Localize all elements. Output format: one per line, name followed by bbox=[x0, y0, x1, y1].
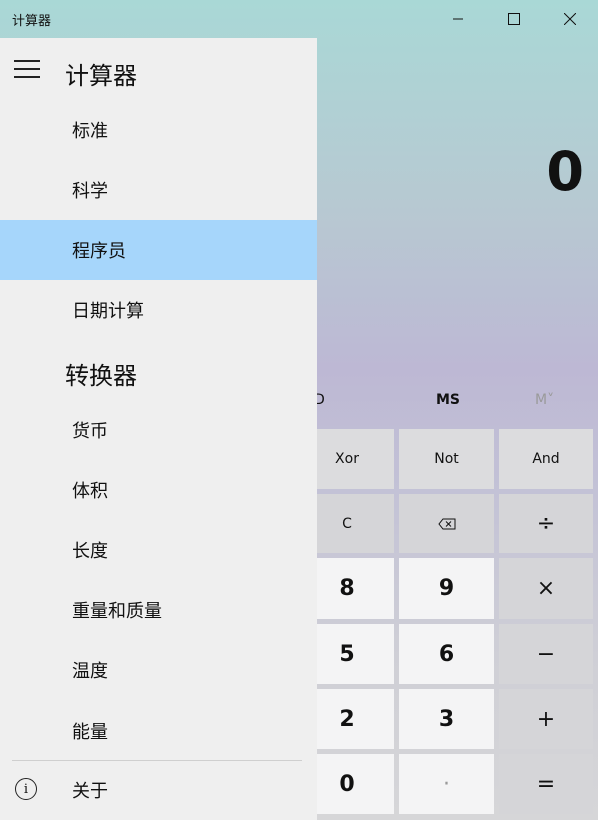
memory-store-button[interactable]: MS bbox=[436, 392, 460, 408]
backspace-button[interactable] bbox=[399, 494, 494, 553]
navigation-pane: 计算器 标准 科学 程序员 日期计算 转换器 货币 体积 长度 重量和质量 温度… bbox=[0, 38, 317, 820]
converter-section-header: 转换器 bbox=[65, 362, 137, 390]
nav-item-length[interactable]: 长度 bbox=[0, 520, 317, 580]
nav-item-temperature[interactable]: 温度 bbox=[0, 640, 317, 700]
nav-item-standard[interactable]: 标准 bbox=[0, 100, 317, 160]
and-button[interactable]: And bbox=[499, 429, 593, 489]
decimal-button[interactable]: · bbox=[399, 754, 494, 814]
digit-6-button[interactable]: 6 bbox=[399, 624, 494, 684]
nav-item-scientific[interactable]: 科学 bbox=[0, 160, 317, 220]
divide-button[interactable]: ÷ bbox=[499, 494, 593, 553]
not-button[interactable]: Not bbox=[399, 429, 494, 489]
nav-item-date-calculation[interactable]: 日期计算 bbox=[0, 280, 317, 340]
nav-item-programmer[interactable]: 程序员 bbox=[0, 220, 317, 280]
title-bar: 计算器 bbox=[0, 0, 598, 38]
multiply-button[interactable]: × bbox=[499, 558, 593, 619]
nav-item-energy[interactable]: 能量 bbox=[0, 701, 317, 761]
nav-divider bbox=[12, 760, 302, 761]
calculator-section-header: 计算器 bbox=[65, 62, 137, 90]
result-display: 0 bbox=[546, 140, 584, 203]
nav-item-volume[interactable]: 体积 bbox=[0, 460, 317, 520]
close-icon bbox=[564, 13, 576, 25]
equals-button[interactable]: = bbox=[499, 754, 593, 814]
backspace-icon bbox=[437, 518, 455, 529]
memory-list-button[interactable]: M˅ bbox=[535, 392, 554, 408]
minus-button[interactable]: − bbox=[499, 624, 593, 684]
minimize-icon bbox=[453, 18, 463, 20]
nav-item-weight-mass[interactable]: 重量和质量 bbox=[0, 580, 317, 640]
close-button[interactable] bbox=[542, 0, 598, 38]
digit-3-button[interactable]: 3 bbox=[399, 689, 494, 749]
nav-item-currency[interactable]: 货币 bbox=[0, 400, 317, 460]
maximize-button[interactable] bbox=[486, 0, 542, 38]
about-label[interactable]: 关于 bbox=[72, 777, 108, 803]
plus-button[interactable]: + bbox=[499, 689, 593, 749]
digit-9-button[interactable]: 9 bbox=[399, 558, 494, 619]
minimize-button[interactable] bbox=[430, 0, 486, 38]
maximize-icon bbox=[508, 13, 520, 25]
hamburger-menu-icon[interactable] bbox=[14, 60, 40, 80]
window-title: 计算器 bbox=[12, 14, 52, 29]
info-icon[interactable]: i bbox=[15, 778, 37, 800]
